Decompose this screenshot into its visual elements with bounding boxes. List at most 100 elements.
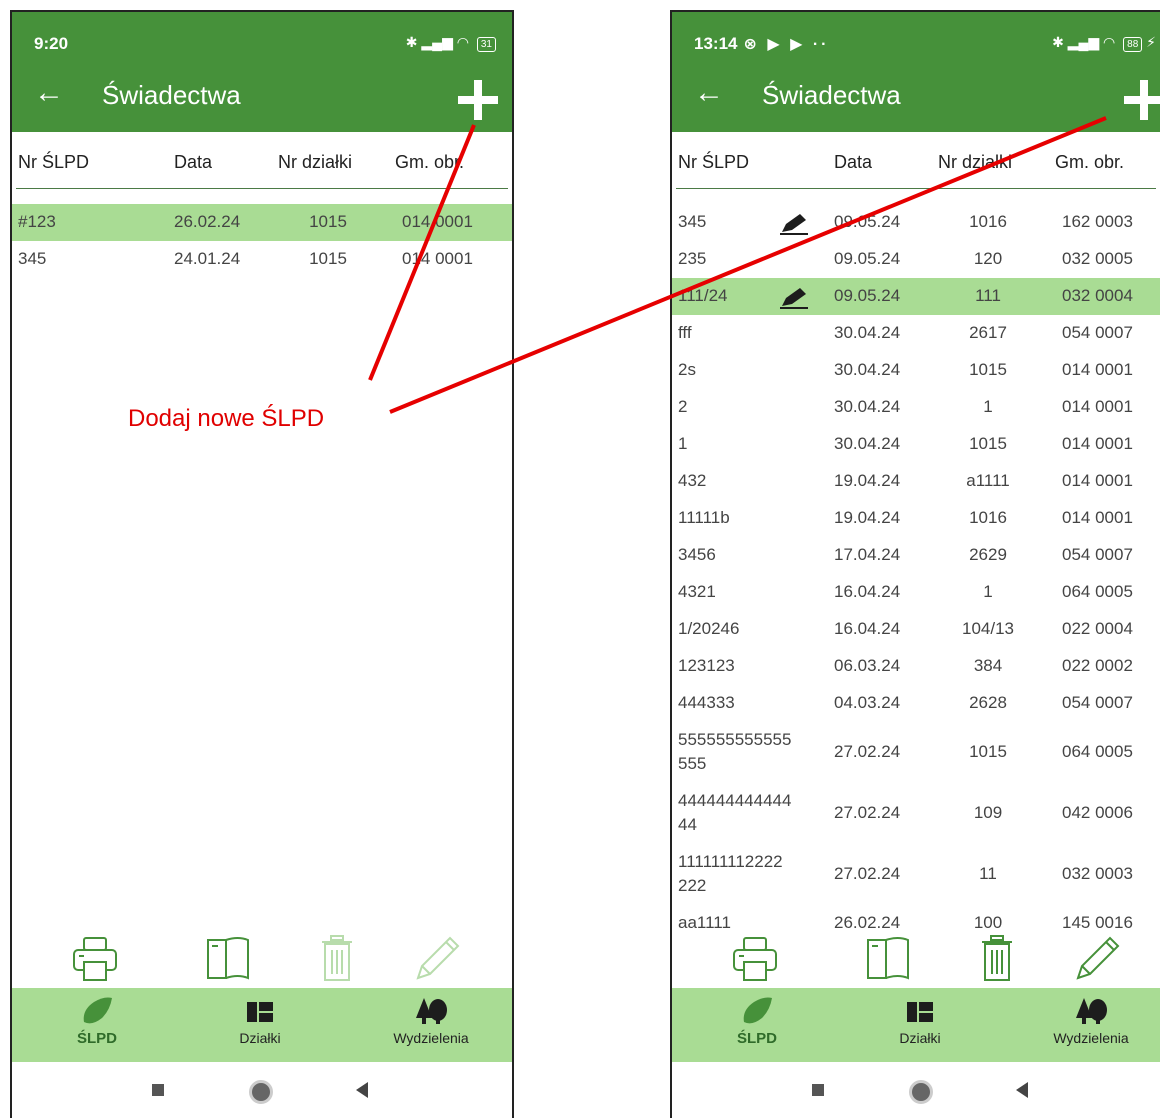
cell-nr: 111/24 (678, 286, 728, 305)
cell-data: 17.04.24 (834, 545, 901, 564)
cell-nr: 2s (678, 360, 696, 379)
cell-gm: 162 0003 (1062, 212, 1133, 231)
table-header: Nr ŚLPD Data Nr działki Gm. obr. (672, 140, 1160, 188)
system-navigation-bar (12, 1062, 512, 1118)
open-document-button[interactable] (864, 934, 914, 984)
table-row[interactable]: 11111b 19.04.24 1016 014 0001 (672, 500, 1160, 537)
cell-gm: 064 0005 (1062, 742, 1133, 761)
table-row[interactable]: 4321 16.04.24 1 064 0005 (672, 574, 1160, 611)
nav-label-wydzielenia: Wydzielenia (393, 1030, 469, 1046)
cell-dzialka: 1 (983, 397, 993, 416)
table-row[interactable]: 123123 06.03.24 384 022 0002 (672, 648, 1160, 685)
page-title: Świadectwa (762, 80, 901, 110)
cell-gm: 014 0001 (1062, 508, 1133, 527)
table-header: Nr ŚLPD Data Nr działki Gm. obr. (12, 140, 512, 188)
status-notification-icons: ⊗ ▶ ▶ ·· (743, 36, 830, 53)
nav-item-wydzielenia[interactable]: Wydzielenia (1046, 996, 1136, 1046)
leaf-icon (743, 997, 772, 1024)
cell-gm: 014 0001 (1062, 434, 1133, 453)
cell-dzialka: 1016 (969, 508, 1007, 527)
cell-dzialka: 120 (973, 249, 1003, 268)
recents-button[interactable] (812, 1084, 824, 1096)
cell-gm: 014 0001 (1062, 397, 1133, 416)
table-row[interactable]: 111111112222 222 27.02.24 11 032 0003 (672, 844, 1160, 905)
cell-nr: 2 (678, 397, 688, 416)
open-document-button[interactable] (204, 934, 254, 984)
delete-button[interactable] (312, 934, 362, 984)
open-book-icon (867, 937, 909, 980)
edit-button[interactable] (1072, 934, 1122, 984)
status-icons: ✱ ▂▄▆ ◠ 31 (406, 34, 496, 52)
edit-pencil-icon[interactable] (778, 286, 810, 310)
cell-data: 30.04.24 (834, 360, 901, 379)
cell-gm: 014 0001 (402, 212, 473, 231)
cell-dzialka: 1015 (969, 742, 1007, 761)
nav-item-slpd[interactable]: ŚLPD (72, 996, 122, 1047)
table-row[interactable]: 1/20246 16.04.24 104/13 022 0004 (672, 611, 1160, 648)
table-row[interactable]: 235 09.05.24 120 032 0005 (672, 241, 1160, 278)
edit-button[interactable] (412, 934, 462, 984)
column-header-nr: Nr ŚLPD (18, 152, 90, 172)
cell-dzialka: 1 (983, 582, 993, 601)
cell-data: 27.02.24 (834, 864, 901, 883)
add-button[interactable] (1124, 80, 1160, 120)
cell-dzialka: 104/13 (962, 619, 1014, 638)
cell-data: 30.04.24 (834, 323, 901, 342)
nav-label-wydzielenia: Wydzielenia (1053, 1030, 1129, 1046)
cell-data: 09.05.24 (834, 249, 901, 268)
printer-icon (733, 937, 777, 981)
cell-nr: 444333 (678, 693, 735, 712)
back-arrow-icon[interactable]: ← (34, 78, 64, 108)
table-row[interactable]: #123 26.02.24 1015 014 0001 (12, 204, 512, 241)
back-arrow-icon[interactable]: ← (694, 78, 724, 108)
cell-dzialka: 1015 (969, 434, 1007, 453)
edit-pencil-icon[interactable] (778, 212, 810, 236)
nav-label-slpd: ŚLPD (736, 1030, 777, 1047)
trash-icon (322, 935, 352, 981)
table-row[interactable]: 555555555555 555 27.02.24 1015 064 0005 (672, 722, 1160, 783)
certificate-list[interactable]: 345 09.05.24 1016 162 0003 235 09.05.24 120 032… (672, 204, 1160, 932)
cell-nr: 235 (678, 249, 707, 268)
nav-item-slpd[interactable]: ŚLPD (732, 996, 782, 1047)
table-row[interactable]: 1 30.04.24 1015 014 0001 (672, 426, 1160, 463)
system-back-button[interactable] (1016, 1082, 1028, 1098)
status-time: 13:14 ⊗ ▶ ▶ ·· (694, 34, 830, 53)
header-divider (16, 188, 508, 189)
cell-dzialka: 1015 (969, 360, 1007, 379)
table-row[interactable]: 3456 17.04.24 2629 054 0007 (672, 537, 1160, 574)
system-back-button[interactable] (356, 1082, 368, 1098)
cell-nr: 345 (18, 249, 47, 268)
table-row[interactable]: 2s 30.04.24 1015 014 0001 (672, 352, 1160, 389)
battery-icon: 31 (476, 37, 496, 52)
table-row[interactable]: 345 09.05.24 1016 162 0003 (672, 204, 1160, 241)
print-button[interactable] (730, 934, 780, 984)
table-row[interactable]: 432 19.04.24 a1111 014 0001 (672, 463, 1160, 500)
column-header-data: Data (174, 152, 213, 172)
recents-button[interactable] (152, 1084, 164, 1096)
cell-gm: 032 0005 (1062, 249, 1133, 268)
column-header-dzialka: Nr działki (278, 152, 353, 172)
cell-nr: 444444444444 44 (678, 791, 792, 834)
add-button[interactable] (458, 80, 498, 120)
cell-gm: 032 0004 (1062, 286, 1133, 305)
table-row[interactable]: fff 30.04.24 2617 054 0007 (672, 315, 1160, 352)
home-button[interactable] (249, 1080, 273, 1104)
nav-item-dzialki[interactable]: Działki (890, 996, 950, 1046)
pencil-icon (1076, 936, 1120, 980)
nav-item-dzialki[interactable]: Działki (230, 996, 290, 1046)
certificate-list[interactable]: #123 26.02.24 1015 014 0001 345 24.01.24 1015 0… (12, 204, 512, 966)
cell-dzialka: 384 (973, 656, 1003, 675)
nav-item-wydzielenia[interactable]: Wydzielenia (386, 996, 476, 1046)
table-row[interactable]: 444333 04.03.24 2628 054 0007 (672, 685, 1160, 722)
table-row[interactable]: 345 24.01.24 1015 014 0001 (12, 241, 512, 278)
header-divider (676, 188, 1156, 189)
table-row[interactable]: 111/24 09.05.24 111 032 0004 (672, 278, 1160, 315)
table-row[interactable]: 444444444444 44 27.02.24 109 042 0006 (672, 783, 1160, 844)
print-button[interactable] (70, 934, 120, 984)
delete-button[interactable] (972, 934, 1022, 984)
cell-gm: 014 0001 (1062, 471, 1133, 490)
table-row[interactable]: 2 30.04.24 1 014 0001 (672, 389, 1160, 426)
cell-nr: 11111b (678, 508, 730, 527)
home-button[interactable] (909, 1080, 933, 1104)
cell-dzialka: 1015 (309, 212, 347, 231)
